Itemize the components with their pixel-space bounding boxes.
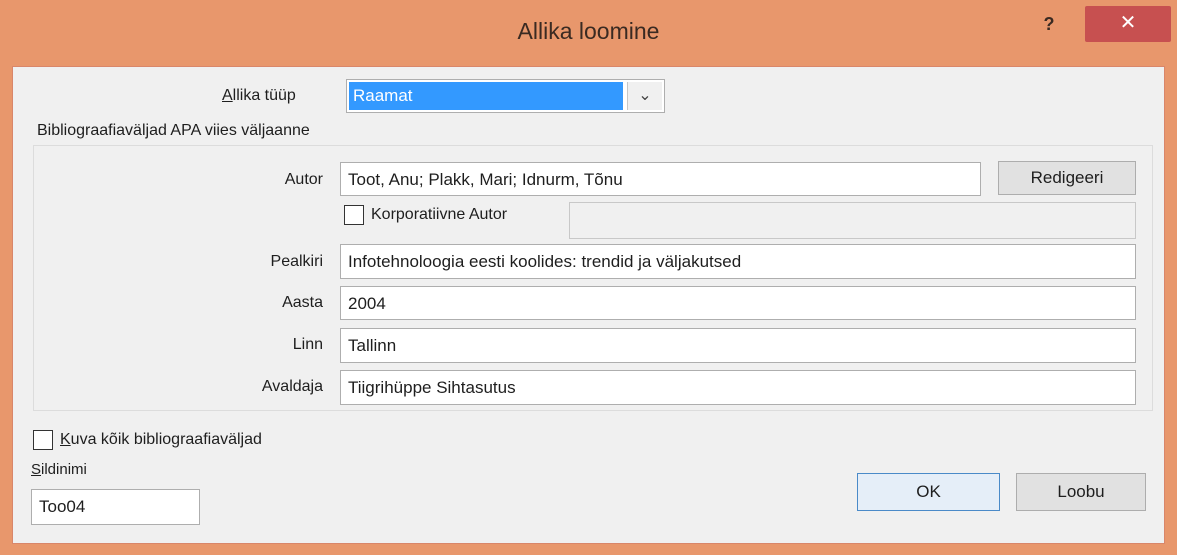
year-field[interactable]: 2004 xyxy=(340,286,1136,320)
cancel-button[interactable]: Loobu xyxy=(1016,473,1146,511)
author-field[interactable]: Toot, Anu; Plakk, Mari; Idnurm, Tõnu xyxy=(340,162,981,196)
corporate-author-label: Korporatiivne Autor xyxy=(371,206,508,223)
tag-name-label: Sildinimi xyxy=(31,461,87,478)
author-label: Autor xyxy=(284,171,323,188)
corporate-author-checkbox[interactable] xyxy=(344,205,364,225)
source-type-select[interactable]: Raamat ⌄ xyxy=(346,79,665,113)
dialog-title: Allika loomine xyxy=(517,18,660,44)
show-all-fields-label: Kuva kõik bibliograafiaväljad xyxy=(60,431,262,448)
help-button[interactable]: ? xyxy=(1036,10,1062,38)
chevron-down-icon[interactable]: ⌄ xyxy=(627,82,662,110)
tag-name-field[interactable]: Too04 xyxy=(31,489,200,525)
source-type-value: Raamat xyxy=(349,82,623,110)
close-button[interactable]: ✕ xyxy=(1085,6,1171,42)
show-all-fields-checkbox[interactable] xyxy=(33,430,53,450)
title-label: Pealkiri xyxy=(270,253,323,270)
dialog-body: Allika tüüp Raamat ⌄ Bibliograafiaväljad… xyxy=(12,66,1165,544)
edit-author-button[interactable]: Redigeeri xyxy=(998,161,1136,195)
year-label: Aasta xyxy=(282,294,323,311)
create-source-dialog: Allika loomine ? ✕ Allika tüüp Raamat ⌄ … xyxy=(0,0,1177,555)
city-label: Linn xyxy=(292,336,323,353)
ok-button[interactable]: OK xyxy=(857,473,1000,511)
publisher-field[interactable]: Tiigrihüppe Sihtasutus xyxy=(340,370,1136,405)
source-type-label: Allika tüüp xyxy=(222,87,296,104)
title-field[interactable]: Infotehnoloogia eesti koolides: trendid … xyxy=(340,244,1136,279)
corporate-author-field xyxy=(569,202,1136,239)
publisher-label: Avaldaja xyxy=(261,378,323,395)
close-icon: ✕ xyxy=(1119,12,1137,34)
title-bar[interactable]: Allika loomine ? ✕ xyxy=(0,0,1177,66)
group-title: Bibliograafiaväljad APA viies väljaanne xyxy=(37,122,310,139)
city-field[interactable]: Tallinn xyxy=(340,328,1136,363)
